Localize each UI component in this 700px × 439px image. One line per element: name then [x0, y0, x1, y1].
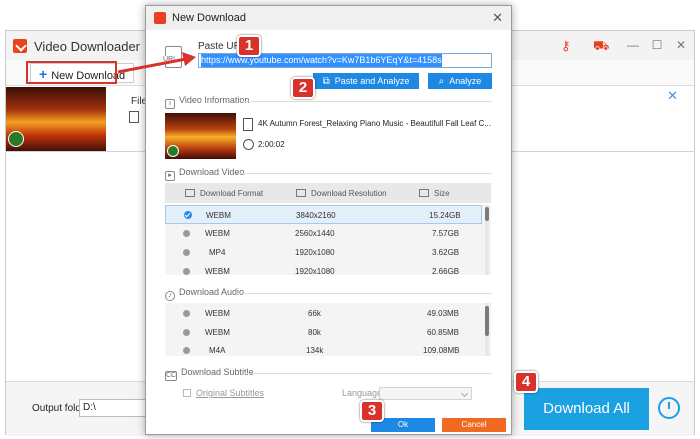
annotation-badge-1: 1 [237, 35, 261, 57]
arrow-head [182, 52, 196, 66]
annotation-badge-2: 2 [291, 77, 315, 99]
annotation-badge-4: 4 [514, 371, 538, 393]
arrow-line [117, 57, 187, 74]
annotation-badge-3: 3 [360, 400, 384, 422]
annotation-arrow [117, 52, 196, 74]
